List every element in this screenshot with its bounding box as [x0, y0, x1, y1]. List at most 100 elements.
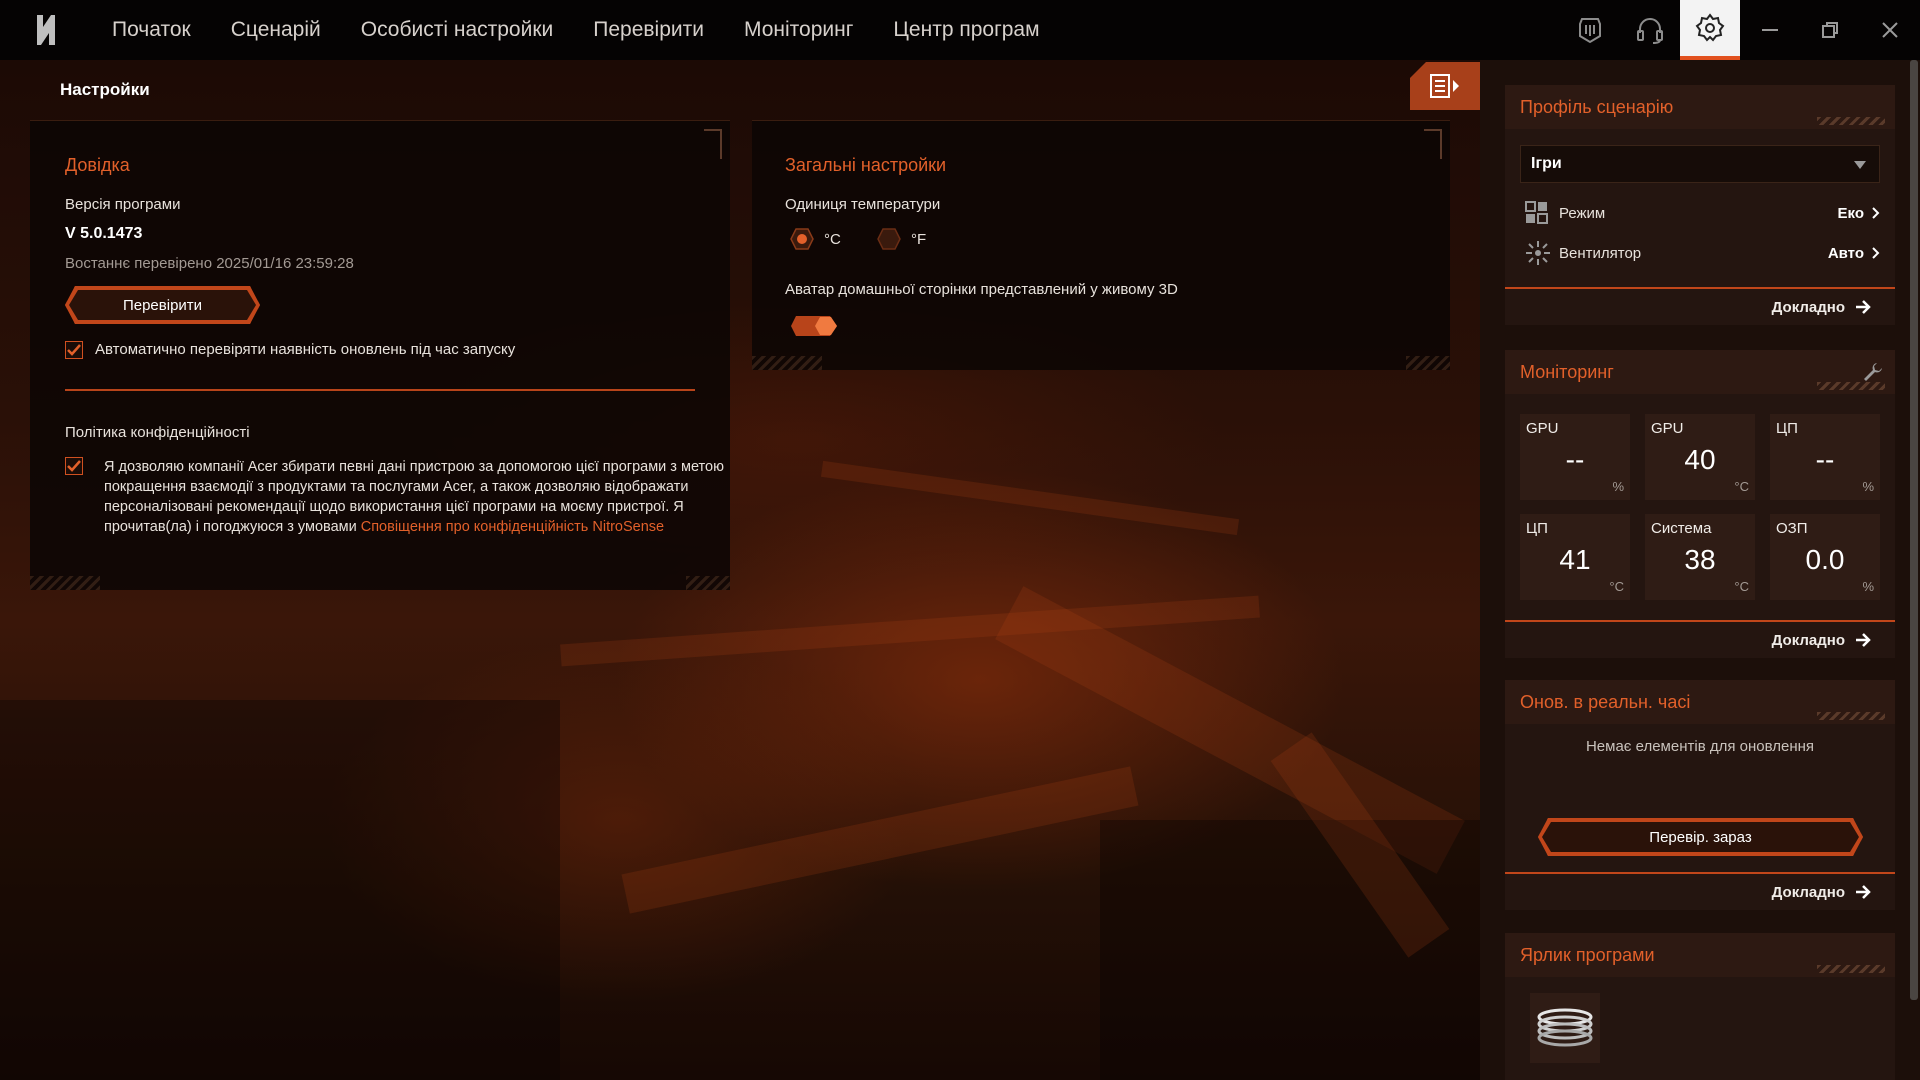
radio-celsius[interactable]: °C [790, 228, 841, 250]
profile-details-link[interactable]: Докладно [1772, 299, 1845, 316]
check-updates-button[interactable]: Перевірити [65, 286, 260, 324]
tile-label: ЦП [1776, 420, 1798, 437]
section-divider [65, 389, 695, 391]
celsius-label: °C [824, 230, 841, 248]
tile-value: -- [1565, 444, 1585, 475]
tile-value: 41 [1559, 544, 1591, 575]
mode-grid-icon [1525, 201, 1548, 224]
settings-icon[interactable] [1680, 0, 1740, 60]
coil-app-icon [1537, 1008, 1593, 1047]
wrench-icon[interactable] [1863, 362, 1883, 382]
no-updates-text: Немає елементів для оновлення [1585, 738, 1815, 755]
close-icon[interactable] [1860, 0, 1920, 60]
main-nav: Початок Сценарій Особисті настройки Пере… [92, 0, 1060, 60]
tile-unit: °C [1734, 579, 1749, 594]
shortcut-app-icon[interactable] [1530, 993, 1600, 1063]
version-value: V 5.0.1473 [65, 225, 143, 242]
page-title: Настройки [60, 80, 150, 99]
nav-home[interactable]: Початок [92, 0, 211, 60]
tile-unit: °C [1609, 579, 1624, 594]
tile-label: ЦП [1526, 520, 1548, 537]
fan-value: Авто [1827, 244, 1864, 262]
tile-unit: °C [1734, 479, 1749, 494]
tile-value: 40 [1684, 444, 1716, 475]
monitor-tile-cpu-temp: ЦП 41 °C [1520, 514, 1630, 600]
about-panel: Довідка Версія програми V 5.0.1473 Воста… [30, 120, 730, 590]
tile-label: GPU [1651, 420, 1684, 437]
live-updates-footer: Докладно [1505, 872, 1895, 910]
nav-check[interactable]: Перевірити [573, 0, 724, 60]
radio-fahrenheit[interactable]: °F [877, 228, 926, 250]
chevron-right-icon [1872, 247, 1880, 259]
nav-scenario[interactable]: Сценарій [211, 0, 341, 60]
check-now-button[interactable]: Перевір. зараз [1538, 818, 1863, 856]
auto-check-label: Автоматично перевіряти наявність оновлен… [95, 341, 516, 358]
chevron-right-icon [1872, 207, 1880, 219]
keyboard-icon[interactable] [1560, 0, 1620, 60]
monitoring-card: Моніторинг GPU -- % GPU 40 °C ЦП -- % ЦП… [1505, 350, 1895, 658]
privacy-title: Політика конфіденційності [65, 424, 250, 441]
radio-selected-icon [790, 228, 814, 250]
tile-label: GPU [1526, 420, 1559, 437]
tile-label: Система [1651, 520, 1712, 537]
temperature-unit-label: Одиниця температури [785, 196, 941, 213]
tile-unit: % [1612, 479, 1624, 494]
live-updates-details-link[interactable]: Докладно [1772, 884, 1845, 901]
checkmark-icon [67, 344, 81, 356]
tile-unit: % [1862, 579, 1874, 594]
auto-check-checkbox[interactable] [65, 341, 83, 359]
tile-unit: % [1862, 479, 1874, 494]
profile-card-footer: Докладно [1505, 287, 1895, 325]
mode-value: Еко [1837, 204, 1864, 222]
mode-label: Режим [1559, 204, 1606, 222]
profile-selected-value: Ігри [1531, 155, 1562, 172]
live-updates-card: Онов. в реальн. часі Немає елементів для… [1505, 680, 1895, 910]
profile-select[interactable]: Ігри [1520, 145, 1880, 183]
monitoring-card-footer: Докладно [1505, 620, 1895, 658]
monitor-tile-cpu-usage: ЦП -- % [1770, 414, 1880, 500]
privacy-text-block: Я дозволяю компанії Acer збирати певні д… [104, 457, 724, 537]
app-shortcut-card: Ярлик програми [1505, 933, 1895, 1080]
profile-card-title: Профіль сценарію [1520, 96, 1674, 117]
radio-unselected-icon [877, 228, 901, 250]
avatar-3d-label: Аватар домашньої сторінки представлений … [785, 281, 1178, 298]
check-now-label: Перевір. зараз [1649, 828, 1752, 846]
tile-value: -- [1815, 444, 1835, 475]
collapse-panel-icon [1430, 74, 1459, 98]
sidebar-scrollbar[interactable] [1910, 60, 1918, 1000]
fahrenheit-label: °F [911, 230, 927, 248]
general-settings-panel: Загальні настройки Одиниця температури °… [752, 120, 1450, 370]
live-updates-title: Онов. в реальн. часі [1520, 691, 1691, 712]
monitoring-card-title: Моніторинг [1520, 361, 1614, 382]
check-updates-label: Перевірити [122, 296, 203, 314]
minimize-icon[interactable] [1740, 0, 1800, 60]
toggle-on-icon [791, 316, 837, 336]
monitoring-details-link[interactable]: Докладно [1772, 632, 1845, 649]
nav-monitoring[interactable]: Моніторинг [724, 0, 873, 60]
checkmark-icon [67, 460, 81, 472]
avatar-3d-toggle[interactable] [790, 315, 840, 337]
tile-value: 38 [1684, 544, 1716, 575]
headset-icon[interactable] [1620, 0, 1680, 60]
sidebar-toggle-button[interactable] [1410, 62, 1480, 110]
scenario-profile-card: Профіль сценарію Ігри Режим Еко Вентилят… [1505, 85, 1895, 325]
restore-icon[interactable] [1800, 0, 1860, 60]
last-checked-text: Востаннє перевірено 2025/01/16 23:59:28 [65, 255, 354, 272]
monitor-tile-system-temp: Система 38 °C [1645, 514, 1755, 600]
tile-label: ОЗП [1776, 520, 1808, 537]
nav-app-center[interactable]: Центр програм [873, 0, 1059, 60]
fan-icon [1526, 241, 1550, 265]
privacy-notice-link[interactable]: Сповіщення про конфіденційність NitroSen… [361, 519, 664, 535]
chevron-down-icon [1854, 161, 1866, 169]
arrow-right-icon [1856, 633, 1871, 647]
tile-value: 0.0 [1805, 544, 1845, 575]
nav-personal-settings[interactable]: Особисті настройки [341, 0, 574, 60]
fan-label: Вентилятор [1559, 244, 1642, 262]
arrow-right-icon [1856, 885, 1871, 899]
fan-row[interactable]: Вентилятор Авто [1525, 239, 1880, 267]
privacy-checkbox[interactable] [65, 457, 83, 475]
nitro-logo-icon [0, 0, 92, 60]
version-label: Версія програми [65, 196, 181, 213]
mode-row[interactable]: Режим Еко [1525, 199, 1880, 227]
title-bar: Початок Сценарій Особисті настройки Пере… [0, 0, 1920, 60]
